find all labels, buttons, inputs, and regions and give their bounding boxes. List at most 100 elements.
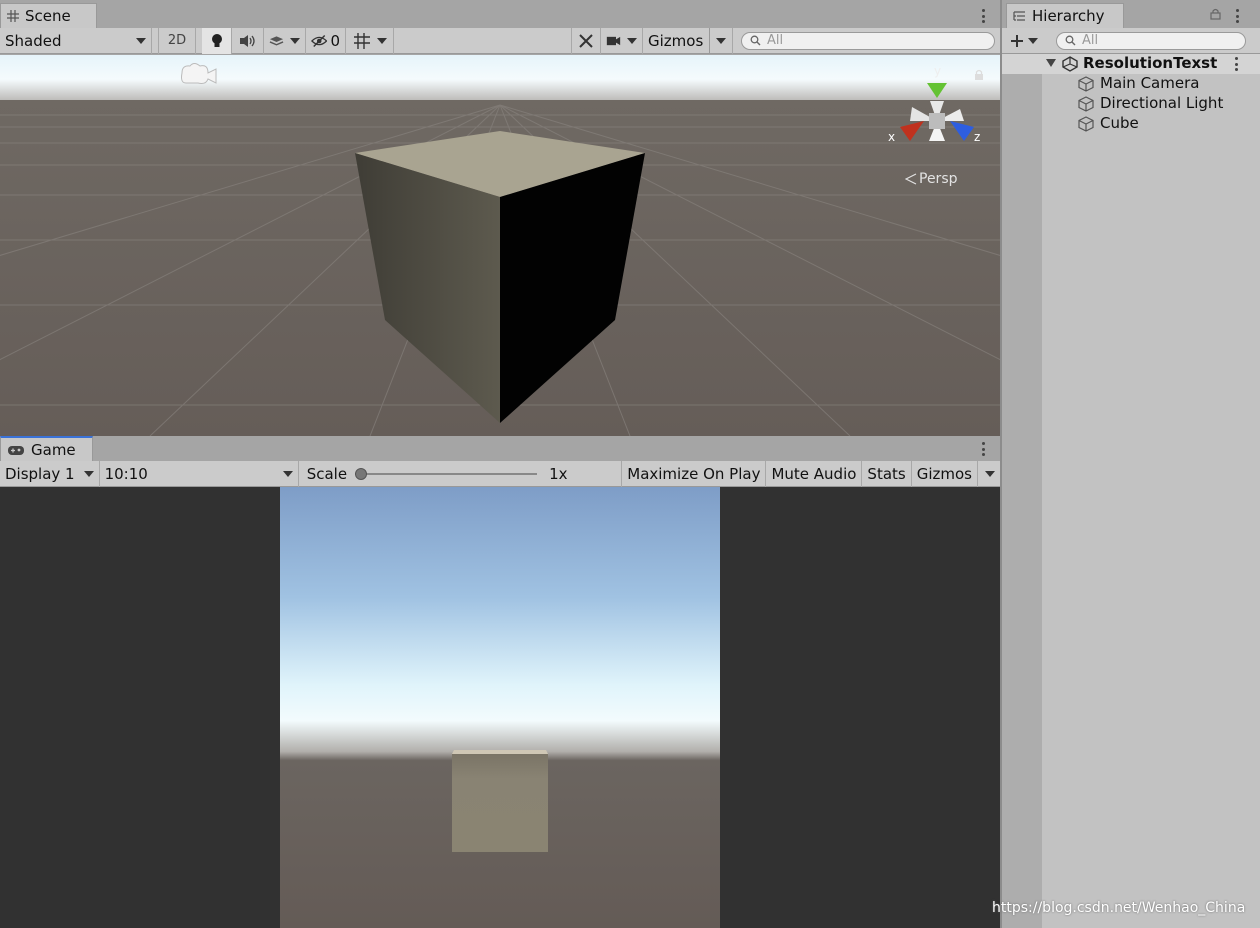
hierarchy-gutter bbox=[1002, 55, 1042, 928]
chevron-down-icon bbox=[627, 37, 637, 44]
scene-viewport[interactable]: y x z Persp bbox=[0, 55, 1000, 436]
grid-snap-dropdown[interactable] bbox=[346, 27, 394, 54]
tools-icon bbox=[579, 33, 593, 48]
scene-tab-bar: Scene bbox=[0, 0, 1000, 28]
scale-slider-handle[interactable] bbox=[355, 467, 368, 480]
game-cube-face bbox=[452, 754, 548, 852]
create-dropdown[interactable] bbox=[1002, 28, 1048, 54]
mute-audio-toggle[interactable]: Mute Audio bbox=[766, 460, 863, 487]
watermark-text: https://blog.csdn.net/Wenhao_China bbox=[992, 900, 1246, 916]
hierarchy-item-cube[interactable]: Cube bbox=[1002, 114, 1260, 134]
unity-scene-icon bbox=[1062, 56, 1078, 72]
scene-menu-kebab[interactable] bbox=[982, 9, 986, 23]
lock-icon[interactable] bbox=[974, 69, 984, 81]
camera-icon bbox=[606, 36, 621, 45]
hierarchy-item-directional-light[interactable]: Directional Light bbox=[1002, 94, 1260, 114]
camera-gizmo-icon[interactable] bbox=[178, 61, 220, 87]
gameobject-cube-icon bbox=[1078, 116, 1094, 132]
hierarchy-toolbar: All bbox=[1002, 28, 1260, 54]
game-menu-kebab[interactable] bbox=[982, 442, 986, 456]
scene-search-wrap: All bbox=[733, 31, 1000, 50]
scene-toolbar: Shaded 2D 0 Gizmos All bbox=[0, 27, 1000, 54]
hierarchy-item-label: Directional Light bbox=[1100, 94, 1224, 112]
tab-game[interactable]: Game bbox=[0, 436, 93, 461]
chevron-down-icon bbox=[716, 37, 727, 44]
chevron-down-icon bbox=[136, 37, 146, 44]
hierarchy-item-label: Cube bbox=[1100, 114, 1139, 132]
scene-search-input[interactable]: All bbox=[741, 31, 995, 50]
speaker-icon bbox=[239, 34, 255, 47]
display-dropdown[interactable]: Display 1 bbox=[0, 460, 100, 487]
game-viewport[interactable] bbox=[0, 487, 1000, 928]
hierarchy-search-input[interactable]: All bbox=[1056, 31, 1246, 50]
lightbulb-icon bbox=[211, 33, 222, 47]
scale-value: 1x bbox=[549, 464, 568, 483]
perspective-icon bbox=[905, 173, 917, 185]
shading-mode-dropdown[interactable]: Shaded bbox=[0, 27, 152, 54]
chevron-down-icon bbox=[290, 37, 300, 44]
game-gizmos-dropdown[interactable] bbox=[978, 461, 1000, 487]
game-cube-top bbox=[452, 750, 548, 754]
lock-icon[interactable] bbox=[1210, 8, 1221, 20]
search-icon bbox=[1065, 35, 1076, 46]
stats-toggle[interactable]: Stats bbox=[862, 460, 912, 487]
plus-icon bbox=[1011, 34, 1023, 47]
hidden-objects-toggle[interactable]: 0 bbox=[306, 27, 346, 54]
shading-mode-value: Shaded bbox=[5, 31, 62, 50]
hierarchy-tab-bar: Hierarchy bbox=[1002, 0, 1260, 28]
maximize-on-play-toggle[interactable]: Maximize On Play bbox=[622, 460, 767, 487]
game-render bbox=[280, 487, 720, 928]
scene-root-kebab[interactable] bbox=[1235, 57, 1239, 71]
game-toolbar: Display 1 10:10 Scale 1x Maximize On Pla… bbox=[0, 460, 1000, 487]
scene-render bbox=[0, 55, 1000, 436]
hierarchy-tab-label: Hierarchy bbox=[1032, 7, 1105, 25]
game-gizmos-toggle[interactable]: Gizmos bbox=[912, 460, 978, 487]
axis-z-label: z bbox=[974, 130, 980, 144]
persp-label[interactable]: Persp bbox=[905, 171, 958, 187]
list-icon bbox=[1013, 11, 1025, 21]
tools-button[interactable] bbox=[571, 27, 601, 54]
toggle-2d-label: 2D bbox=[167, 33, 187, 48]
scene-search-placeholder: All bbox=[767, 33, 784, 48]
toggle-2d-button[interactable]: 2D bbox=[158, 27, 196, 54]
display-value: Display 1 bbox=[5, 464, 75, 483]
gamepad-icon bbox=[8, 445, 24, 455]
game-tab-bar: Game bbox=[0, 436, 1000, 461]
scale-control: Scale 1x bbox=[299, 460, 623, 487]
hierarchy-menu-kebab[interactable] bbox=[1236, 9, 1240, 23]
hierarchy-search-placeholder: All bbox=[1082, 33, 1099, 48]
hierarchy-item-label: Main Camera bbox=[1100, 74, 1200, 92]
search-icon bbox=[750, 35, 761, 46]
hidden-count: 0 bbox=[330, 31, 340, 50]
tab-scene[interactable]: Scene bbox=[0, 3, 97, 28]
grid-icon bbox=[7, 10, 19, 22]
axis-x-label: x bbox=[888, 130, 895, 144]
scene-gizmos-label: Gizmos bbox=[648, 31, 704, 50]
chevron-down-icon bbox=[83, 470, 94, 477]
gameobject-cube-icon bbox=[1078, 76, 1094, 92]
camera-dropdown[interactable] bbox=[601, 27, 643, 54]
persp-text: Persp bbox=[919, 171, 958, 187]
scene-panel: Scene Shaded 2D 0 Gizmos All y x z Persp bbox=[0, 0, 1000, 436]
scene-gizmos-dropdown[interactable]: Gizmos bbox=[643, 27, 733, 54]
game-gizmos-label: Gizmos bbox=[916, 464, 972, 483]
chevron-down-icon bbox=[376, 37, 387, 44]
hierarchy-item-main-camera[interactable]: Main Camera bbox=[1002, 74, 1260, 94]
hierarchy-scene-root[interactable]: ResolutionTexst bbox=[1002, 54, 1260, 74]
tab-hierarchy[interactable]: Hierarchy bbox=[1006, 3, 1124, 28]
lighting-toggle[interactable] bbox=[202, 27, 232, 54]
effects-dropdown[interactable] bbox=[264, 27, 306, 54]
gameobject-cube-icon bbox=[1078, 96, 1094, 112]
chevron-down-icon bbox=[282, 470, 293, 477]
maximize-label: Maximize On Play bbox=[627, 464, 761, 483]
aspect-dropdown[interactable]: 10:10 bbox=[100, 460, 299, 487]
game-panel: Game Display 1 10:10 Scale 1x Maximize O… bbox=[0, 436, 1000, 928]
aspect-value: 10:10 bbox=[104, 464, 148, 483]
expand-arrow-icon[interactable] bbox=[1046, 59, 1056, 68]
audio-toggle[interactable] bbox=[232, 27, 264, 54]
mute-label: Mute Audio bbox=[771, 464, 857, 483]
scale-slider[interactable] bbox=[355, 467, 538, 480]
stats-label: Stats bbox=[867, 464, 906, 483]
grid-snap-icon bbox=[353, 32, 370, 49]
scene-tab-label: Scene bbox=[25, 7, 71, 25]
